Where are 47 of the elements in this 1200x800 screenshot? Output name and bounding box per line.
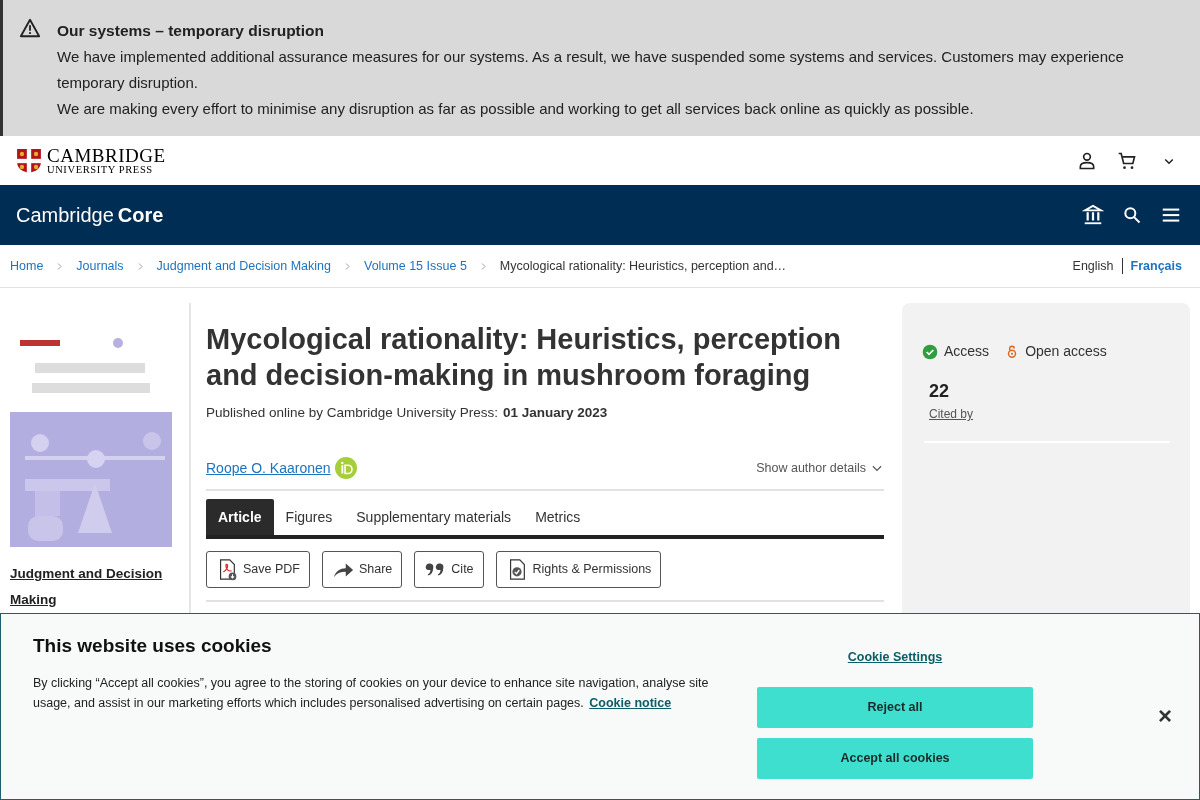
cookie-text: By clicking “Accept all cookies”, you agree to the storing of cookies on your device to enhance site navigation, analyse site usage, and assist in our marketing efforts which includes personalised advertising on certain pages. Cookie notice bbox=[33, 674, 710, 712]
warning-icon bbox=[19, 17, 41, 39]
cookie-notice-link[interactable]: Cookie notice bbox=[589, 695, 672, 710]
cited-count: 22 bbox=[929, 380, 950, 403]
alert-title: Our systems – temporary disruption bbox=[57, 21, 326, 41]
cited-by-link[interactable]: Cited by bbox=[929, 405, 974, 423]
cookie-title: This website uses cookies bbox=[33, 634, 273, 658]
brand-text: Core bbox=[117, 203, 164, 228]
action-button[interactable]: Rights & Permissions bbox=[495, 551, 662, 589]
breadcrumb-link[interactable]: Journals bbox=[76, 256, 124, 276]
article-tab[interactable]: Metrics bbox=[523, 499, 593, 536]
breadcrumb-link[interactable]: Volume 15 Issue 5 bbox=[364, 256, 467, 276]
breadcrumb-link[interactable]: Judgment and Decision Making bbox=[156, 256, 331, 276]
brand-text: Cambridge bbox=[16, 203, 114, 228]
published-label: Published online by Cambridge University Press: bbox=[206, 404, 498, 422]
author-link[interactable]: Roope O. Kaaronen bbox=[206, 457, 331, 479]
language-link[interactable]: English bbox=[1072, 256, 1114, 276]
logo-text: CAMBRIDGE bbox=[47, 145, 166, 165]
cart-icon[interactable] bbox=[1117, 150, 1137, 171]
article-title: Mycological rationality: Heuristics, perception and decision-making in mushroom foraging bbox=[206, 322, 842, 393]
article-tab[interactable]: Supplementary materials bbox=[344, 499, 524, 536]
alert-text: We are making every effort to minimise any disruption as far as possible and working to get all services back online as quickly as possible. bbox=[57, 99, 975, 119]
published-date: 01 January 2023 bbox=[502, 404, 608, 422]
author-details-toggle[interactable]: Show author details bbox=[756, 458, 884, 478]
cookie-button[interactable]: Reject all bbox=[757, 686, 1033, 728]
action-button[interactable]: Save PDF bbox=[206, 551, 310, 589]
breadcrumb-current: Mycological rationality: Heuristics, perception and… bbox=[499, 257, 787, 275]
cookie-button[interactable]: Accept all cookies bbox=[757, 737, 1033, 779]
chevron-right-icon bbox=[343, 261, 352, 271]
search-icon[interactable] bbox=[1122, 205, 1142, 225]
logo-subtext: UNIVERSITY PRESS bbox=[47, 164, 154, 176]
article-tab[interactable]: Article bbox=[206, 499, 274, 536]
article-tab[interactable]: Figures bbox=[273, 499, 345, 536]
journal-link[interactable]: Judgment and Decision Making bbox=[10, 561, 180, 613]
action-button[interactable]: Cite bbox=[414, 551, 484, 589]
close-button[interactable]: × bbox=[1158, 704, 1172, 728]
check-circle-icon bbox=[922, 343, 938, 360]
user-icon[interactable] bbox=[1077, 150, 1097, 171]
action-button[interactable]: Share bbox=[321, 551, 403, 589]
open-access-label: Open access bbox=[1025, 342, 1107, 361]
access-label: Access bbox=[944, 342, 990, 361]
institution-icon[interactable] bbox=[1082, 204, 1104, 226]
alert-text: We have implemented additional assurance measures for our systems. As a result, we have suspended some systems and services. Customers may experience temporary disruption. bbox=[57, 47, 1125, 93]
chevron-right-icon bbox=[55, 261, 65, 271]
breadcrumb-link[interactable]: Home bbox=[10, 256, 44, 276]
language-link[interactable]: Français bbox=[1130, 256, 1182, 276]
cookie-settings-link[interactable]: Cookie Settings bbox=[847, 648, 943, 667]
